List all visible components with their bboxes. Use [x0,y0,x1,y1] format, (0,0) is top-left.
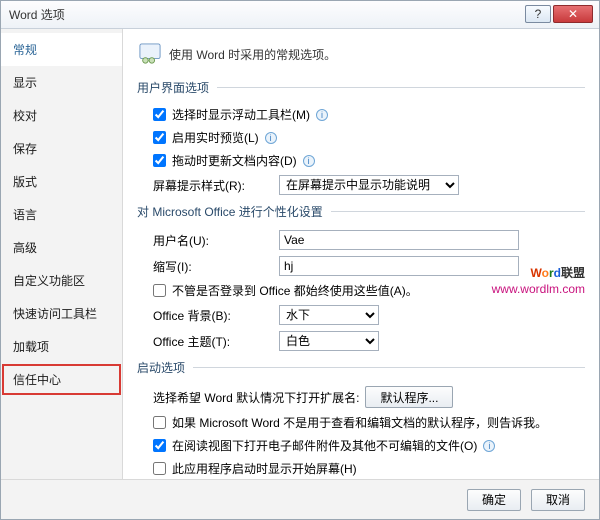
nav-layout[interactable]: 版式 [1,165,122,198]
lbl-username: 用户名(U): [153,232,273,249]
sidebar: 常规 显示 校对 保存 版式 语言 高级 自定义功能区 快速访问工具栏 加载项 … [1,29,123,479]
info-icon[interactable]: i [483,440,495,452]
nav-addins[interactable]: 加载项 [1,330,122,363]
section-personalize: 对 Microsoft Office 进行个性化设置 [137,203,585,220]
lbl-office-bg: Office 背景(B): [153,307,273,324]
lbl-update-content: 拖动时更新文档内容(D) [172,152,297,169]
titlebar: Word 选项 ? ✕ [1,1,599,29]
info-icon[interactable]: i [303,155,315,167]
lbl-open-attachments: 在阅读视图下打开电子邮件附件及其他不可编辑的文件(O) [172,437,477,454]
chk-always-use[interactable] [153,284,166,297]
nav-trust-center[interactable]: 信任中心 [1,363,122,396]
lbl-always-use: 不管是否登录到 Office 都始终使用这些值(A)。 [172,282,418,299]
chk-update-content[interactable] [153,154,166,167]
lbl-screentip: 屏幕提示样式(R): [153,177,273,194]
input-initials[interactable] [279,256,519,276]
nav-display[interactable]: 显示 [1,66,122,99]
section-ui-options: 用户界面选项 [137,79,585,96]
lbl-tell-me: 如果 Microsoft Word 不是用于查看和编辑文档的默认程序，则告诉我。 [172,414,547,431]
chk-open-attachments[interactable] [153,439,166,452]
lbl-live-preview: 启用实时预览(L) [172,129,259,146]
btn-default-programs[interactable]: 默认程序... [365,386,453,408]
chk-show-start[interactable] [153,462,166,475]
nav-language[interactable]: 语言 [1,198,122,231]
select-office-bg[interactable]: 水下 [279,305,379,325]
info-icon[interactable]: i [316,109,328,121]
footer: 确定 取消 [1,479,599,519]
nav-general[interactable]: 常规 [1,33,122,66]
input-username[interactable] [279,230,519,250]
info-icon[interactable]: i [265,132,277,144]
chk-tell-me[interactable] [153,416,166,429]
nav-save[interactable]: 保存 [1,132,122,165]
close-button[interactable]: ✕ [553,5,593,23]
select-screentip[interactable]: 在屏幕提示中显示功能说明 [279,175,459,195]
chk-live-preview[interactable] [153,131,166,144]
header-text: 使用 Word 时采用的常规选项。 [169,46,336,63]
ok-button[interactable]: 确定 [467,489,521,511]
cancel-button[interactable]: 取消 [531,489,585,511]
nav-advanced[interactable]: 高级 [1,231,122,264]
lbl-show-start: 此应用程序启动时显示开始屏幕(H) [172,460,357,477]
lbl-mini-toolbar: 选择时显示浮动工具栏(M) [172,106,310,123]
section-startup: 启动选项 [137,359,585,376]
nav-quick-access[interactable]: 快速访问工具栏 [1,297,122,330]
close-icon: ✕ [568,7,578,21]
nav-customize-ribbon[interactable]: 自定义功能区 [1,264,122,297]
help-button[interactable]: ? [525,5,551,23]
lbl-initials: 缩写(I): [153,258,273,275]
general-options-icon [139,43,161,65]
lbl-default-ext: 选择希望 Word 默认情况下打开扩展名: [153,389,359,406]
content-panel: 使用 Word 时采用的常规选项。 用户界面选项 选择时显示浮动工具栏(M)i … [123,29,599,479]
chk-mini-toolbar[interactable] [153,108,166,121]
lbl-office-theme: Office 主题(T): [153,333,273,350]
question-icon: ? [535,7,542,21]
select-office-theme[interactable]: 白色 [279,331,379,351]
nav-proofing[interactable]: 校对 [1,99,122,132]
window-title: Word 选项 [9,6,65,23]
